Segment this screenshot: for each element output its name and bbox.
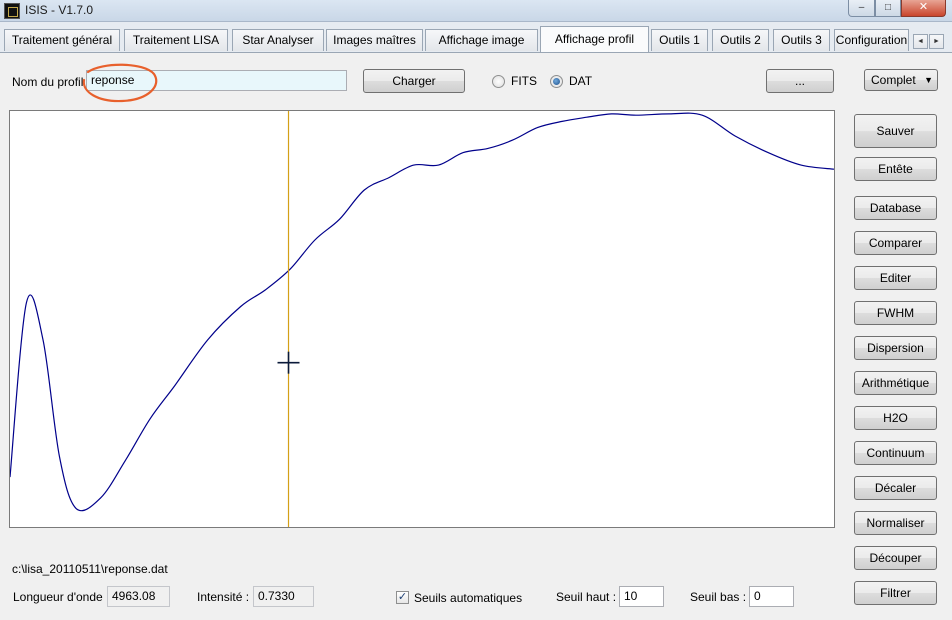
tab-outils-2[interactable]: Outils 2 <box>712 29 769 51</box>
compare-button[interactable]: Comparer <box>854 231 937 255</box>
edit-button[interactable]: Editer <box>854 266 937 290</box>
arithmetic-button[interactable]: Arithmétique <box>854 371 937 395</box>
title-bar: ISIS - V1.7.0 – □ ✕ <box>0 0 952 22</box>
load-button[interactable]: Charger <box>363 69 465 93</box>
tab-outils-3[interactable]: Outils 3 <box>773 29 830 51</box>
intensity-label: Intensité : <box>197 590 250 604</box>
continuum-button[interactable]: Continuum <box>854 441 937 465</box>
fits-radio[interactable] <box>492 75 505 88</box>
dispersion-button[interactable]: Dispersion <box>854 336 937 360</box>
window-title: ISIS - V1.7.0 <box>25 3 94 17</box>
tab-affichage-image[interactable]: Affichage image <box>425 29 538 51</box>
normalize-button[interactable]: Normaliser <box>854 511 937 535</box>
tab-traitement-lisa[interactable]: Traitement LISA <box>124 29 228 51</box>
profile-plot[interactable] <box>9 110 835 528</box>
profile-chart[interactable] <box>10 111 834 527</box>
profile-curve <box>10 112 834 512</box>
tab-scroll-left-icon[interactable]: ◄ <box>913 34 928 49</box>
database-button[interactable]: Database <box>854 196 937 220</box>
dat-radio[interactable] <box>550 75 563 88</box>
auto-threshold-label: Seuils automatiques <box>414 591 523 605</box>
intensity-value: 0.7330 <box>253 586 314 607</box>
maximize-button[interactable]: □ <box>875 0 901 17</box>
wavelength-value: 4963.08 <box>107 586 170 607</box>
tab-star-analyser[interactable]: Star Analyser <box>232 29 324 51</box>
fits-radio-label: FITS <box>511 74 537 88</box>
shift-button[interactable]: Décaler <box>854 476 937 500</box>
display-mode-value: Complet <box>871 73 916 87</box>
fwhm-button[interactable]: FWHM <box>854 301 937 325</box>
display-mode-select[interactable]: Complet ▼ <box>864 69 938 91</box>
crosshair-icon <box>277 351 300 374</box>
tab-traitement-general[interactable]: Traitement général <box>4 29 120 51</box>
save-button[interactable]: Sauver <box>854 114 937 148</box>
wavelength-label: Longueur d'onde : <box>13 590 110 604</box>
minimize-button[interactable]: – <box>848 0 875 17</box>
high-threshold-input[interactable]: 10 <box>619 586 664 607</box>
tab-affichage-profil[interactable]: Affichage profil <box>540 26 649 52</box>
low-threshold-label: Seuil bas : <box>690 590 747 604</box>
file-path-text: c:\lisa_20110511\reponse.dat <box>12 562 168 576</box>
annotation-circle <box>82 63 158 103</box>
auto-threshold-checkbox[interactable]: ✓ <box>396 591 409 604</box>
browse-button[interactable]: ... <box>766 69 834 93</box>
dat-radio-label: DAT <box>569 74 593 88</box>
tab-configuration[interactable]: Configuration <box>834 29 909 51</box>
h2o-button[interactable]: H2O <box>854 406 937 430</box>
filter-button[interactable]: Filtrer <box>854 581 937 605</box>
chevron-down-icon: ▼ <box>924 75 933 85</box>
tab-images-maitres[interactable]: Images maîtres <box>326 29 423 51</box>
close-button[interactable]: ✕ <box>901 0 946 17</box>
header-button[interactable]: Entête <box>854 157 937 181</box>
tab-outils-1[interactable]: Outils 1 <box>651 29 708 51</box>
low-threshold-input[interactable]: 0 <box>749 586 794 607</box>
cut-button[interactable]: Découper <box>854 546 937 570</box>
tab-scroll-right-icon[interactable]: ► <box>929 34 944 49</box>
isis-app-icon <box>4 3 20 19</box>
tab-strip: Traitement général Traitement LISA Star … <box>0 22 952 52</box>
high-threshold-label: Seuil haut : <box>556 590 617 604</box>
checkmark-icon: ✓ <box>397 591 408 603</box>
